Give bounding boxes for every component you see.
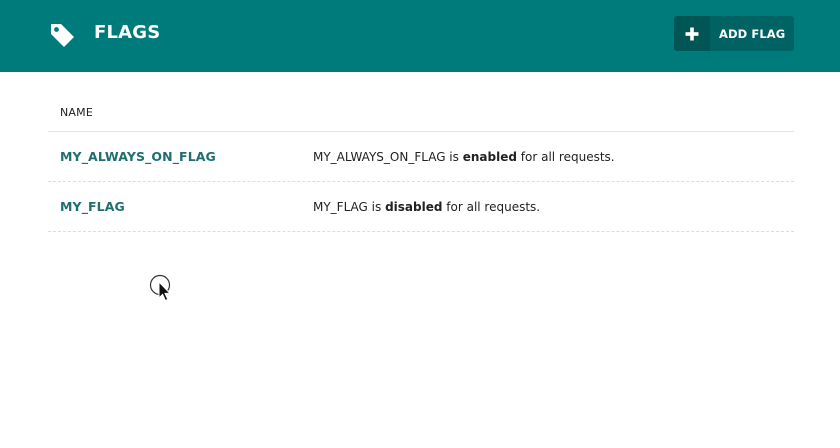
flags-table: NAME MY_ALWAYS_ON_FLAG MY_ALWAYS_ON_FLAG… (48, 94, 794, 232)
flag-name-link[interactable]: MY_FLAG (48, 199, 313, 214)
page-header: FLAGS ADD FLAG (0, 0, 840, 72)
flag-description-prefix: MY_FLAG is (313, 199, 382, 214)
table-row: MY_FLAG MY_FLAG is disabled for all requ… (48, 182, 794, 232)
table-row: MY_ALWAYS_ON_FLAG MY_ALWAYS_ON_FLAG is e… (48, 132, 794, 182)
flag-state: enabled (462, 149, 517, 164)
page-title: FLAGS (94, 22, 161, 43)
flag-description-suffix: for all requests. (520, 149, 615, 164)
flag-name-link[interactable]: MY_ALWAYS_ON_FLAG (48, 149, 313, 164)
flag-description-prefix: MY_ALWAYS_ON_FLAG is (313, 149, 459, 164)
column-header-name: NAME (48, 94, 794, 132)
plus-icon-container (674, 16, 710, 51)
add-flag-button[interactable]: ADD FLAG (674, 16, 794, 51)
plus-icon (685, 27, 699, 40)
add-flag-button-label: ADD FLAG (719, 26, 786, 41)
tag-icon (51, 24, 74, 47)
flag-description-suffix: for all requests. (446, 199, 541, 214)
flag-description: MY_ALWAYS_ON_FLAG is enabled for all req… (313, 150, 615, 164)
mouse-cursor-icon (149, 274, 172, 302)
flag-description: MY_FLAG is disabled for all requests. (313, 200, 540, 214)
flag-state: disabled (385, 199, 443, 214)
